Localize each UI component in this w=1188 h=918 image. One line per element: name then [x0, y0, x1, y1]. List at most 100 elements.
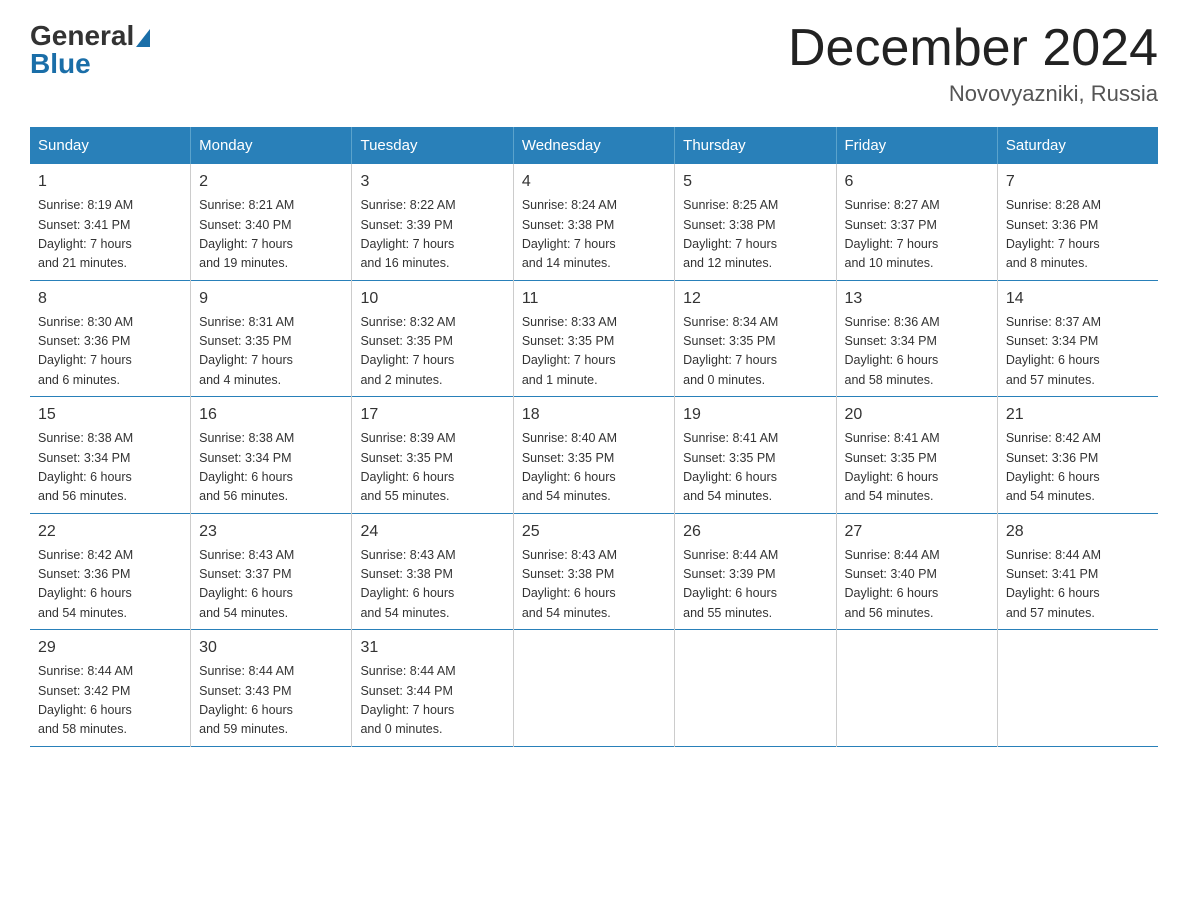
- table-row: 24Sunrise: 8:43 AMSunset: 3:38 PMDayligh…: [352, 513, 513, 630]
- table-row: 27Sunrise: 8:44 AMSunset: 3:40 PMDayligh…: [836, 513, 997, 630]
- day-number: 25: [522, 520, 666, 544]
- day-info: Sunrise: 8:42 AMSunset: 3:36 PMDaylight:…: [38, 546, 182, 624]
- table-row: 19Sunrise: 8:41 AMSunset: 3:35 PMDayligh…: [675, 397, 836, 514]
- day-number: 3: [360, 170, 504, 194]
- day-info: Sunrise: 8:30 AMSunset: 3:36 PMDaylight:…: [38, 313, 182, 391]
- table-row: [513, 630, 674, 747]
- table-row: 13Sunrise: 8:36 AMSunset: 3:34 PMDayligh…: [836, 280, 997, 397]
- table-row: 21Sunrise: 8:42 AMSunset: 3:36 PMDayligh…: [997, 397, 1158, 514]
- day-number: 18: [522, 403, 666, 427]
- day-info: Sunrise: 8:44 AMSunset: 3:42 PMDaylight:…: [38, 662, 182, 740]
- day-number: 26: [683, 520, 827, 544]
- calendar-week-row: 8Sunrise: 8:30 AMSunset: 3:36 PMDaylight…: [30, 280, 1158, 397]
- day-number: 5: [683, 170, 827, 194]
- day-number: 17: [360, 403, 504, 427]
- table-row: 25Sunrise: 8:43 AMSunset: 3:38 PMDayligh…: [513, 513, 674, 630]
- day-number: 11: [522, 287, 666, 311]
- table-row: [997, 630, 1158, 747]
- table-row: 8Sunrise: 8:30 AMSunset: 3:36 PMDaylight…: [30, 280, 191, 397]
- header-tuesday: Tuesday: [352, 127, 513, 164]
- logo-triangle-icon: [136, 29, 150, 47]
- day-number: 8: [38, 287, 182, 311]
- calendar-week-row: 15Sunrise: 8:38 AMSunset: 3:34 PMDayligh…: [30, 397, 1158, 514]
- day-info: Sunrise: 8:44 AMSunset: 3:41 PMDaylight:…: [1006, 546, 1150, 624]
- table-row: 7Sunrise: 8:28 AMSunset: 3:36 PMDaylight…: [997, 164, 1158, 280]
- calendar-title: December 2024: [788, 20, 1158, 77]
- day-number: 24: [360, 520, 504, 544]
- calendar-table: Sunday Monday Tuesday Wednesday Thursday…: [30, 127, 1158, 747]
- calendar-week-row: 22Sunrise: 8:42 AMSunset: 3:36 PMDayligh…: [30, 513, 1158, 630]
- table-row: 17Sunrise: 8:39 AMSunset: 3:35 PMDayligh…: [352, 397, 513, 514]
- table-row: 1Sunrise: 8:19 AMSunset: 3:41 PMDaylight…: [30, 164, 191, 280]
- calendar-week-row: 1Sunrise: 8:19 AMSunset: 3:41 PMDaylight…: [30, 164, 1158, 280]
- day-number: 23: [199, 520, 343, 544]
- table-row: 15Sunrise: 8:38 AMSunset: 3:34 PMDayligh…: [30, 397, 191, 514]
- table-row: 6Sunrise: 8:27 AMSunset: 3:37 PMDaylight…: [836, 164, 997, 280]
- logo: General Blue: [30, 20, 150, 80]
- day-info: Sunrise: 8:32 AMSunset: 3:35 PMDaylight:…: [360, 313, 504, 391]
- day-number: 21: [1006, 403, 1150, 427]
- table-row: 31Sunrise: 8:44 AMSunset: 3:44 PMDayligh…: [352, 630, 513, 747]
- day-info: Sunrise: 8:31 AMSunset: 3:35 PMDaylight:…: [199, 313, 343, 391]
- day-number: 14: [1006, 287, 1150, 311]
- day-number: 16: [199, 403, 343, 427]
- calendar-header-row: Sunday Monday Tuesday Wednesday Thursday…: [30, 127, 1158, 164]
- day-number: 9: [199, 287, 343, 311]
- table-row: 16Sunrise: 8:38 AMSunset: 3:34 PMDayligh…: [191, 397, 352, 514]
- day-number: 1: [38, 170, 182, 194]
- day-number: 7: [1006, 170, 1150, 194]
- day-info: Sunrise: 8:43 AMSunset: 3:38 PMDaylight:…: [522, 546, 666, 624]
- day-number: 10: [360, 287, 504, 311]
- day-info: Sunrise: 8:43 AMSunset: 3:37 PMDaylight:…: [199, 546, 343, 624]
- day-info: Sunrise: 8:41 AMSunset: 3:35 PMDaylight:…: [683, 429, 827, 507]
- table-row: 10Sunrise: 8:32 AMSunset: 3:35 PMDayligh…: [352, 280, 513, 397]
- table-row: [675, 630, 836, 747]
- day-number: 4: [522, 170, 666, 194]
- table-row: 12Sunrise: 8:34 AMSunset: 3:35 PMDayligh…: [675, 280, 836, 397]
- day-info: Sunrise: 8:37 AMSunset: 3:34 PMDaylight:…: [1006, 313, 1150, 391]
- day-number: 20: [845, 403, 989, 427]
- day-number: 22: [38, 520, 182, 544]
- header-friday: Friday: [836, 127, 997, 164]
- day-info: Sunrise: 8:41 AMSunset: 3:35 PMDaylight:…: [845, 429, 989, 507]
- day-info: Sunrise: 8:39 AMSunset: 3:35 PMDaylight:…: [360, 429, 504, 507]
- header-saturday: Saturday: [997, 127, 1158, 164]
- day-info: Sunrise: 8:43 AMSunset: 3:38 PMDaylight:…: [360, 546, 504, 624]
- table-row: 28Sunrise: 8:44 AMSunset: 3:41 PMDayligh…: [997, 513, 1158, 630]
- day-info: Sunrise: 8:21 AMSunset: 3:40 PMDaylight:…: [199, 196, 343, 274]
- day-number: 30: [199, 636, 343, 660]
- calendar-week-row: 29Sunrise: 8:44 AMSunset: 3:42 PMDayligh…: [30, 630, 1158, 747]
- day-info: Sunrise: 8:34 AMSunset: 3:35 PMDaylight:…: [683, 313, 827, 391]
- day-info: Sunrise: 8:38 AMSunset: 3:34 PMDaylight:…: [38, 429, 182, 507]
- day-number: 27: [845, 520, 989, 544]
- page-header: General Blue December 2024 Novovyazniki,…: [30, 20, 1158, 107]
- day-number: 28: [1006, 520, 1150, 544]
- day-number: 29: [38, 636, 182, 660]
- logo-blue-text: Blue: [30, 48, 91, 80]
- day-info: Sunrise: 8:24 AMSunset: 3:38 PMDaylight:…: [522, 196, 666, 274]
- header-monday: Monday: [191, 127, 352, 164]
- day-info: Sunrise: 8:27 AMSunset: 3:37 PMDaylight:…: [845, 196, 989, 274]
- day-number: 15: [38, 403, 182, 427]
- table-row: 18Sunrise: 8:40 AMSunset: 3:35 PMDayligh…: [513, 397, 674, 514]
- day-info: Sunrise: 8:40 AMSunset: 3:35 PMDaylight:…: [522, 429, 666, 507]
- header-wednesday: Wednesday: [513, 127, 674, 164]
- day-number: 19: [683, 403, 827, 427]
- table-row: 5Sunrise: 8:25 AMSunset: 3:38 PMDaylight…: [675, 164, 836, 280]
- calendar-location: Novovyazniki, Russia: [788, 81, 1158, 107]
- day-info: Sunrise: 8:33 AMSunset: 3:35 PMDaylight:…: [522, 313, 666, 391]
- day-info: Sunrise: 8:44 AMSunset: 3:44 PMDaylight:…: [360, 662, 504, 740]
- day-info: Sunrise: 8:38 AMSunset: 3:34 PMDaylight:…: [199, 429, 343, 507]
- table-row: 20Sunrise: 8:41 AMSunset: 3:35 PMDayligh…: [836, 397, 997, 514]
- table-row: [836, 630, 997, 747]
- day-info: Sunrise: 8:44 AMSunset: 3:39 PMDaylight:…: [683, 546, 827, 624]
- table-row: 9Sunrise: 8:31 AMSunset: 3:35 PMDaylight…: [191, 280, 352, 397]
- table-row: 22Sunrise: 8:42 AMSunset: 3:36 PMDayligh…: [30, 513, 191, 630]
- table-row: 2Sunrise: 8:21 AMSunset: 3:40 PMDaylight…: [191, 164, 352, 280]
- title-section: December 2024 Novovyazniki, Russia: [788, 20, 1158, 107]
- day-info: Sunrise: 8:19 AMSunset: 3:41 PMDaylight:…: [38, 196, 182, 274]
- day-info: Sunrise: 8:25 AMSunset: 3:38 PMDaylight:…: [683, 196, 827, 274]
- table-row: 23Sunrise: 8:43 AMSunset: 3:37 PMDayligh…: [191, 513, 352, 630]
- day-info: Sunrise: 8:36 AMSunset: 3:34 PMDaylight:…: [845, 313, 989, 391]
- table-row: 30Sunrise: 8:44 AMSunset: 3:43 PMDayligh…: [191, 630, 352, 747]
